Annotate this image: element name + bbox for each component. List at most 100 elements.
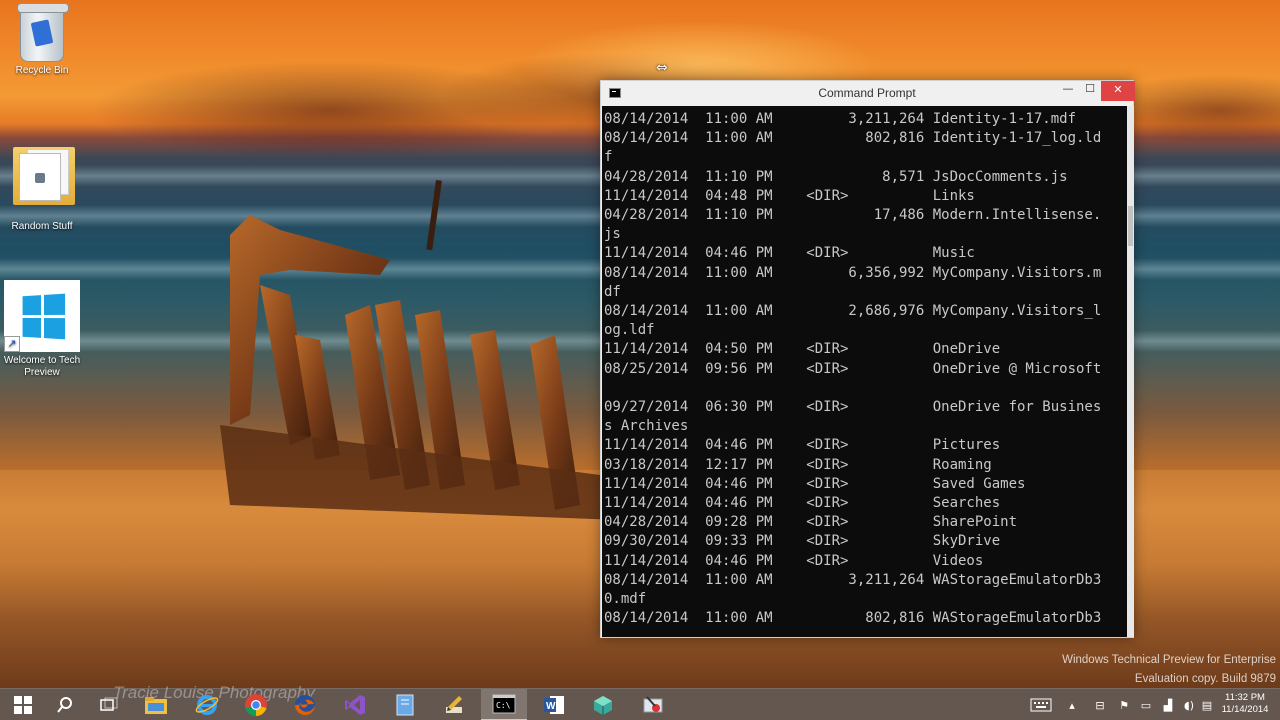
- chevron-up-icon: ▴: [1069, 698, 1075, 712]
- desktop-icon-label: Recycle Bin: [15, 65, 69, 76]
- console-line: 08/14/2014 11:00 AM 3,211,264 Identity-1…: [604, 111, 1077, 127]
- start-icon: [14, 696, 32, 714]
- evaluation-notice-line1: Windows Technical Preview for Enterprise: [1062, 654, 1276, 666]
- console-line: s Archives: [604, 418, 689, 435]
- tray-keyboard[interactable]: [1028, 689, 1054, 720]
- svg-text:W: W: [546, 701, 556, 712]
- taskbar-snipping-tool[interactable]: [630, 689, 676, 720]
- taskbar: Tracie Louise Photography C:\ W ▴ ⊟ ⚑ ▭ …: [0, 683, 1280, 720]
- window-title: Command Prompt: [818, 86, 916, 100]
- chrome-icon: [245, 694, 267, 716]
- clock-date: 11/14/2014: [1221, 704, 1269, 715]
- console-line: 08/14/2014 11:00 AM 2,686,976 MyCompany.…: [604, 303, 1102, 319]
- pen-icon: [446, 696, 462, 713]
- desktop-icon-random-stuff[interactable]: Random Stuff: [2, 143, 82, 233]
- console-line: 08/14/2014 11:00 AM 3,211,264 WAStorageE…: [604, 571, 1102, 588]
- svg-text:C:\: C:\: [496, 701, 511, 710]
- network-icon: ⊟: [1095, 698, 1105, 712]
- console-line: 08/14/2014 11:00 AM 802,816 WAStorageEmu…: [604, 610, 1102, 627]
- tray-battery[interactable]: ▭: [1137, 689, 1155, 720]
- taskbar-file-explorer[interactable]: [133, 689, 179, 720]
- resize-cursor-icon: ⇔: [656, 60, 668, 76]
- vertical-scrollbar[interactable]: [1127, 106, 1134, 637]
- window-titlebar[interactable]: Command Prompt — ☐ ✕: [601, 81, 1135, 106]
- console-output[interactable]: 08/14/2014 11:00 AM 3,211,264 Identity-1…: [602, 106, 1127, 637]
- task-view-icon: [100, 697, 118, 711]
- command-prompt-icon: C:\: [492, 694, 516, 714]
- scrollbar-thumb[interactable]: [1128, 206, 1133, 246]
- console-line: f: [604, 149, 613, 166]
- tray-action-center[interactable]: ▤: [1199, 689, 1215, 720]
- evaluation-notice-line2: Evaluation copy. Build 9879: [1134, 673, 1276, 685]
- console-line: 11/14/2014 04:46 PM <DIR> Pictures: [604, 437, 1001, 454]
- console-line: 04/28/2014 11:10 PM 8,571 JsDocComments.…: [604, 168, 1068, 185]
- console-line: 04/28/2014 11:10 PM 17,486 Modern.Intell…: [604, 207, 1102, 223]
- task-view-button[interactable]: [86, 689, 132, 720]
- maximize-button[interactable]: ☐: [1079, 81, 1101, 101]
- console-line: 11/14/2014 04:46 PM <DIR> Saved Games: [604, 475, 1026, 492]
- console-line: 08/14/2014 11:00 AM 6,356,992 MyCompany.…: [604, 264, 1102, 281]
- firefox-icon: [295, 695, 315, 715]
- battery-icon: ▭: [1140, 698, 1152, 712]
- cube-app-icon: [594, 696, 612, 715]
- taskbar-word[interactable]: W: [531, 689, 577, 720]
- close-button[interactable]: ✕: [1101, 81, 1135, 101]
- search-button[interactable]: [42, 689, 88, 720]
- tray-signal[interactable]: ▟: [1159, 689, 1177, 720]
- console-line: og.ldf: [604, 322, 655, 339]
- word-icon: W: [544, 696, 564, 714]
- taskbar-pen-app[interactable]: [431, 689, 477, 720]
- taskbar-chrome[interactable]: [233, 689, 279, 720]
- signal-icon: ▟: [1163, 698, 1173, 712]
- action-center-icon: ▤: [1201, 698, 1213, 712]
- console-line: 11/14/2014 04:46 PM <DIR> Searches: [604, 495, 1001, 511]
- windows-logo-icon: ↗: [4, 280, 80, 352]
- notebook-icon: [396, 694, 414, 716]
- desktop-icon-recycle-bin[interactable]: Recycle Bin: [2, 3, 82, 77]
- volume-icon: ◖): [1183, 698, 1195, 712]
- keyboard-icon: [1030, 698, 1052, 712]
- snipping-tool-icon: [643, 696, 663, 713]
- shipwreck-image: [220, 180, 620, 520]
- minimize-button[interactable]: —: [1057, 81, 1079, 101]
- console-line: 11/14/2014 04:50 PM <DIR> OneDrive: [604, 341, 1001, 358]
- taskbar-visual-studio[interactable]: [332, 689, 378, 720]
- console-line: 09/30/2014 09:33 PM <DIR> SkyDrive: [604, 533, 1001, 550]
- shortcut-arrow-icon: ↗: [4, 336, 20, 352]
- console-line: 11/14/2014 04:46 PM <DIR> Music: [604, 245, 975, 262]
- taskbar-command-prompt[interactable]: C:\: [481, 689, 527, 720]
- internet-explorer-icon: [195, 695, 219, 715]
- start-button[interactable]: [0, 689, 46, 720]
- folder-icon: [11, 143, 75, 205]
- console-line: df: [604, 283, 621, 300]
- desktop-icon-welcome-tech-preview[interactable]: ↗ Welcome to Tech Preview: [2, 280, 82, 379]
- visual-studio-icon: [345, 695, 365, 715]
- taskbar-cube-app[interactable]: [580, 689, 626, 720]
- console-line: 11/14/2014 04:48 PM <DIR> Links: [604, 187, 975, 204]
- taskbar-notebook-app[interactable]: [382, 689, 428, 720]
- console-line: 0.mdf: [604, 591, 647, 607]
- console-line: 08/14/2014 11:00 AM 802,816 Identity-1-1…: [604, 130, 1102, 147]
- tray-show-hidden[interactable]: ▴: [1063, 689, 1081, 720]
- console-line: js: [604, 226, 621, 243]
- desktop-icon-label: Random Stuff: [11, 221, 73, 232]
- taskbar-clock[interactable]: 11:32 PM 11/14/2014: [1216, 692, 1274, 716]
- desktop-icon-label: Welcome to Tech Preview: [3, 355, 81, 378]
- recycle-bin-icon: [17, 3, 69, 62]
- taskbar-internet-explorer[interactable]: [184, 689, 230, 720]
- taskbar-firefox[interactable]: [282, 689, 328, 720]
- flag-icon: ⚑: [1119, 698, 1129, 712]
- clock-time: 11:32 PM: [1225, 692, 1265, 703]
- tray-network[interactable]: ⊟: [1090, 689, 1110, 720]
- console-line: 08/25/2014 09:56 PM <DIR> OneDrive @ Mic…: [604, 360, 1102, 377]
- search-icon: [57, 697, 72, 713]
- console-line: 09/27/2014 06:30 PM <DIR> OneDrive for B…: [604, 399, 1102, 415]
- console-line: 11/14/2014 04:46 PM <DIR> Videos: [604, 552, 984, 569]
- console-line: 03/18/2014 12:17 PM <DIR> Roaming: [604, 456, 992, 473]
- console-line: 04/28/2014 09:28 PM <DIR> SharePoint: [604, 514, 1018, 531]
- tray-volume[interactable]: ◖): [1180, 689, 1198, 720]
- command-prompt-window[interactable]: Command Prompt — ☐ ✕ 08/14/2014 11:00 AM…: [600, 80, 1135, 638]
- tray-flag[interactable]: ⚑: [1115, 689, 1133, 720]
- file-explorer-icon: [145, 697, 167, 714]
